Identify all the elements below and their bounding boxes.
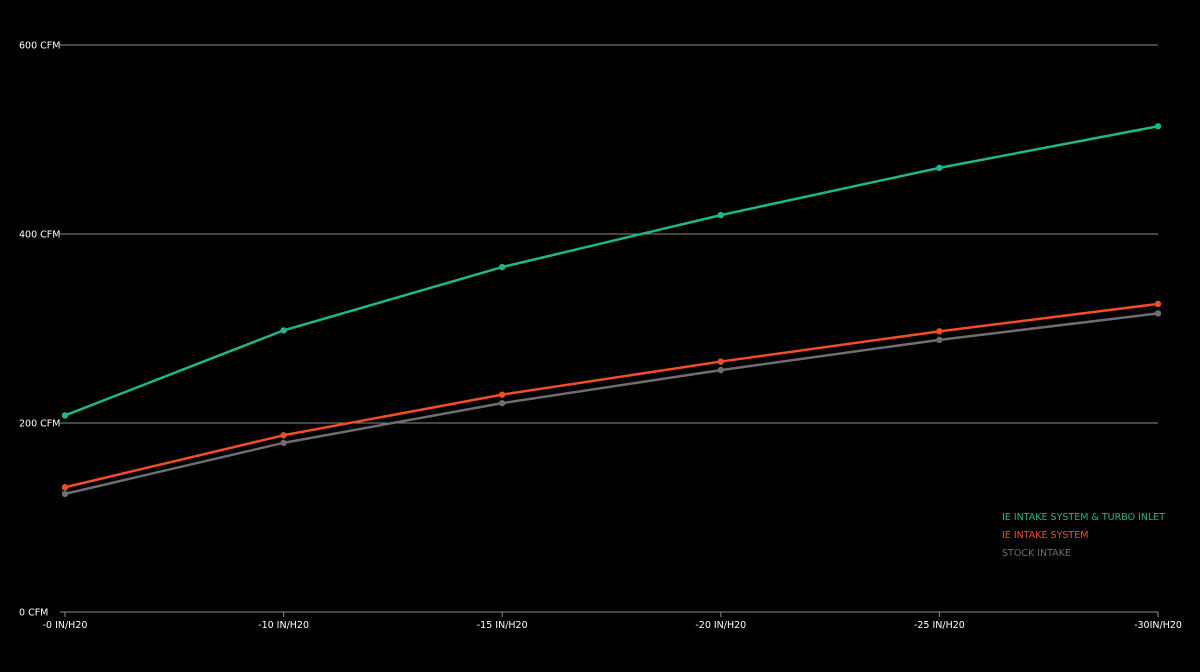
data-point [1154, 310, 1162, 317]
legend-entry: IE INTAKE SYSTEM & TURBO INLET [1002, 512, 1165, 523]
series-1 [61, 300, 1162, 491]
y-axis-tick-labels: 0 CFM 200 CFM 400 CFM 600 CFM [19, 41, 60, 619]
y-tick-label: 400 CFM [19, 230, 60, 241]
data-point [280, 432, 287, 439]
y-tick-label: 600 CFM [19, 41, 60, 52]
data-point [717, 366, 724, 374]
x-tick-label: -0 IN/H20 [43, 620, 88, 631]
data-point [936, 164, 943, 172]
data-point [280, 439, 287, 447]
gridlines [60, 44, 1158, 424]
data-point [499, 263, 506, 271]
x-axis-tick-labels: -0 IN/H20 -10 IN/H20 -15 IN/H20 -20 IN/H20 -… [43, 612, 1182, 631]
data-point [61, 484, 69, 491]
flow-chart: 0 CFM 200 CFM 400 CFM 600 CFM -0 IN/H20 -10 … [19, 41, 1182, 632]
data-point [936, 328, 943, 335]
series-2 [61, 310, 1162, 498]
data-point [1154, 300, 1162, 308]
data-point [280, 327, 287, 334]
data-point [61, 490, 69, 498]
series-line [64, 312, 1159, 496]
data-point [499, 391, 506, 398]
data-point [936, 336, 943, 344]
x-tick-label: -15 IN/H20 [477, 620, 528, 631]
y-tick-label: 200 CFM [19, 419, 60, 430]
series-line [64, 302, 1159, 489]
y-tick-label: 0 CFM [19, 608, 48, 619]
series-0 [61, 123, 1162, 419]
data-point [717, 211, 724, 219]
series-line [64, 125, 1159, 417]
x-tick-label: -10 IN/H20 [258, 620, 309, 631]
x-tick-label: -30IN/H20 [1134, 620, 1182, 631]
data-point [1154, 123, 1162, 130]
legend-entry: IE INTAKE SYSTEM [1002, 530, 1088, 541]
x-tick-label: -25 IN/H20 [914, 620, 965, 631]
legend-entry: STOCK INTAKE [1002, 548, 1071, 559]
data-point [717, 358, 724, 365]
x-tick-label: -20 IN/H20 [695, 620, 746, 631]
series-lines [61, 123, 1162, 498]
data-point [61, 412, 69, 419]
legend: IE INTAKE SYSTEM & TURBO INLET IE INTAKE … [1002, 512, 1165, 559]
data-point [499, 399, 506, 407]
